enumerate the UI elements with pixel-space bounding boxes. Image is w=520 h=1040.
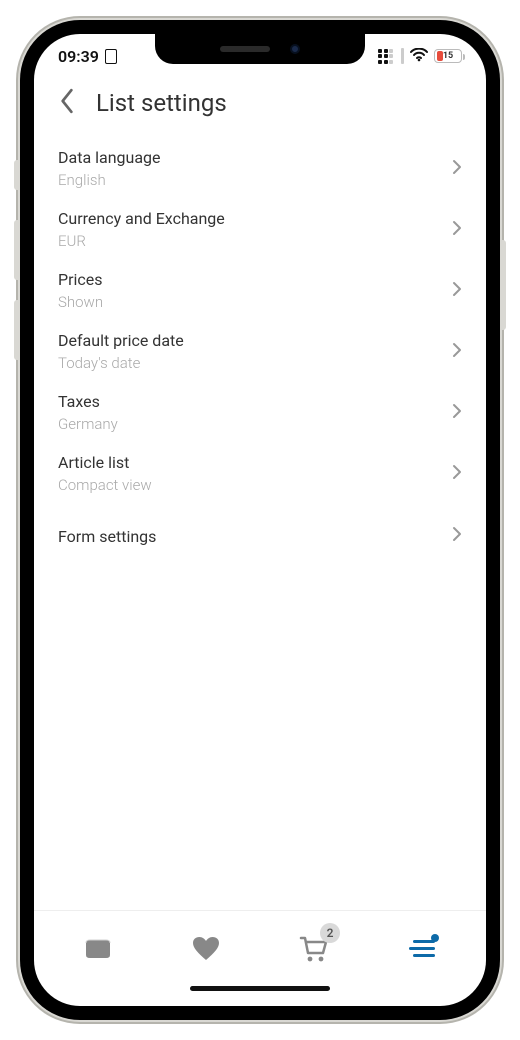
battery-icon: 15 xyxy=(434,49,462,63)
setting-value: EUR xyxy=(58,232,225,250)
battery-pct: 15 xyxy=(435,49,461,63)
setting-label: Taxes xyxy=(58,392,118,411)
setting-value: Germany xyxy=(58,415,118,433)
status-time: 09:39 xyxy=(58,47,99,66)
cellular-bar-icon xyxy=(401,48,404,64)
back-button[interactable] xyxy=(58,88,76,118)
setting-label: Currency and Exchange xyxy=(58,209,225,228)
chevron-left-icon xyxy=(58,88,76,114)
chevron-right-icon xyxy=(452,464,462,484)
setting-prices[interactable]: Prices Shown xyxy=(34,260,486,321)
setting-label: Data language xyxy=(58,148,161,167)
tab-menu[interactable] xyxy=(392,929,452,969)
screen: 09:39 xyxy=(34,34,486,1006)
tab-bar: 2 xyxy=(34,910,486,980)
cellular-icon xyxy=(378,49,393,64)
tab-catalog[interactable] xyxy=(68,929,128,969)
wifi-icon xyxy=(410,47,428,66)
menu-icon xyxy=(409,940,435,957)
tab-cart[interactable]: 2 xyxy=(284,929,344,969)
setting-default-price-date[interactable]: Default price date Today's date xyxy=(34,321,486,382)
setting-data-language[interactable]: Data language English xyxy=(34,138,486,199)
page-title: List settings xyxy=(96,89,227,117)
chevron-right-icon xyxy=(452,526,462,546)
chevron-right-icon xyxy=(452,159,462,179)
setting-value: Today's date xyxy=(58,354,184,372)
setting-value: English xyxy=(58,171,161,189)
chevron-right-icon xyxy=(452,281,462,301)
settings-list: Data language English Currency and Excha… xyxy=(34,138,486,910)
setting-label: Default price date xyxy=(58,331,184,350)
id-card-icon xyxy=(105,49,117,64)
phone-frame: 09:39 xyxy=(20,20,500,1020)
notch xyxy=(155,34,365,64)
setting-form-settings[interactable]: Form settings xyxy=(34,516,486,556)
chevron-right-icon xyxy=(452,403,462,423)
setting-article-list[interactable]: Article list Compact view xyxy=(34,443,486,504)
setting-label: Article list xyxy=(58,453,152,472)
tab-favorites[interactable] xyxy=(176,929,236,969)
setting-label: Form settings xyxy=(58,527,156,546)
setting-value: Compact view xyxy=(58,476,152,494)
chevron-right-icon xyxy=(452,342,462,362)
chevron-right-icon xyxy=(452,220,462,240)
cart-badge: 2 xyxy=(320,923,340,943)
setting-taxes[interactable]: Taxes Germany xyxy=(34,382,486,443)
setting-label: Prices xyxy=(58,270,103,289)
setting-value: Shown xyxy=(58,293,103,311)
header: List settings xyxy=(34,78,486,138)
home-indicator[interactable] xyxy=(34,980,486,1006)
setting-currency-exchange[interactable]: Currency and Exchange EUR xyxy=(34,199,486,260)
heart-icon xyxy=(192,936,220,962)
book-icon xyxy=(83,937,113,961)
